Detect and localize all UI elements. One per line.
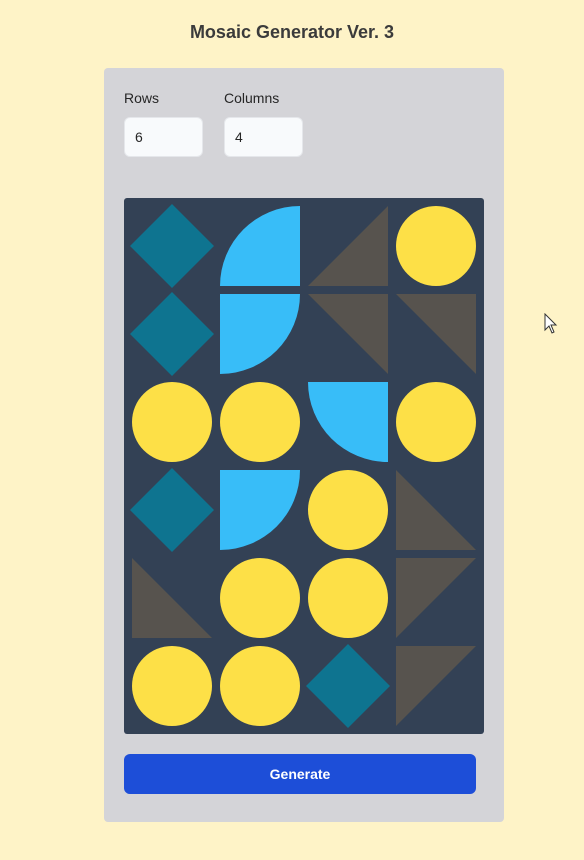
- mosaic-tile-circle: [132, 382, 212, 462]
- mosaic-tile-quarter: [220, 206, 300, 286]
- mosaic-tile-triangle: [132, 558, 212, 638]
- mosaic-tile-quarter: [308, 382, 388, 462]
- mosaic-tile-circle: [220, 646, 300, 726]
- mosaic-tile-triangle: [308, 294, 388, 374]
- mosaic-tile-circle: [396, 206, 476, 286]
- page-title: Mosaic Generator Ver. 3: [189, 22, 395, 42]
- rows-label: Rows: [124, 90, 160, 106]
- columns-input[interactable]: [224, 117, 303, 157]
- mosaic-tile-circle: [220, 382, 300, 462]
- mosaic-tile-quarter: [220, 470, 300, 550]
- mosaic-tile-diamond: [130, 468, 214, 552]
- mosaic-tile-triangle: [396, 470, 476, 550]
- mosaic-tile-quarter: [220, 294, 300, 374]
- mosaic-tile-circle: [308, 470, 388, 550]
- rows-input[interactable]: [124, 117, 203, 157]
- rows-field: Rows: [124, 90, 203, 157]
- mosaic-canvas: [124, 198, 484, 734]
- mosaic-tile-circle: [396, 382, 476, 462]
- mosaic-tile-diamond: [306, 644, 390, 728]
- mosaic-tile-circle: [132, 646, 212, 726]
- mosaic-tile-triangle: [396, 646, 476, 726]
- mosaic-tile-diamond: [130, 292, 214, 376]
- mosaic-tile-circle: [308, 558, 388, 638]
- mosaic-tile-triangle: [396, 558, 476, 638]
- mosaic-tile-circle: [220, 558, 300, 638]
- columns-field: Columns: [224, 90, 303, 157]
- mosaic-tile-triangle: [396, 294, 476, 374]
- columns-label: Columns: [224, 90, 280, 106]
- generate-button[interactable]: Generate: [124, 754, 476, 794]
- generator-panel: Rows Columns Generate: [104, 68, 504, 822]
- mosaic-tile-diamond: [130, 204, 214, 288]
- mosaic-tile-triangle: [308, 206, 388, 286]
- mosaic-svg: [130, 204, 476, 728]
- mouse-cursor-icon: [544, 313, 558, 334]
